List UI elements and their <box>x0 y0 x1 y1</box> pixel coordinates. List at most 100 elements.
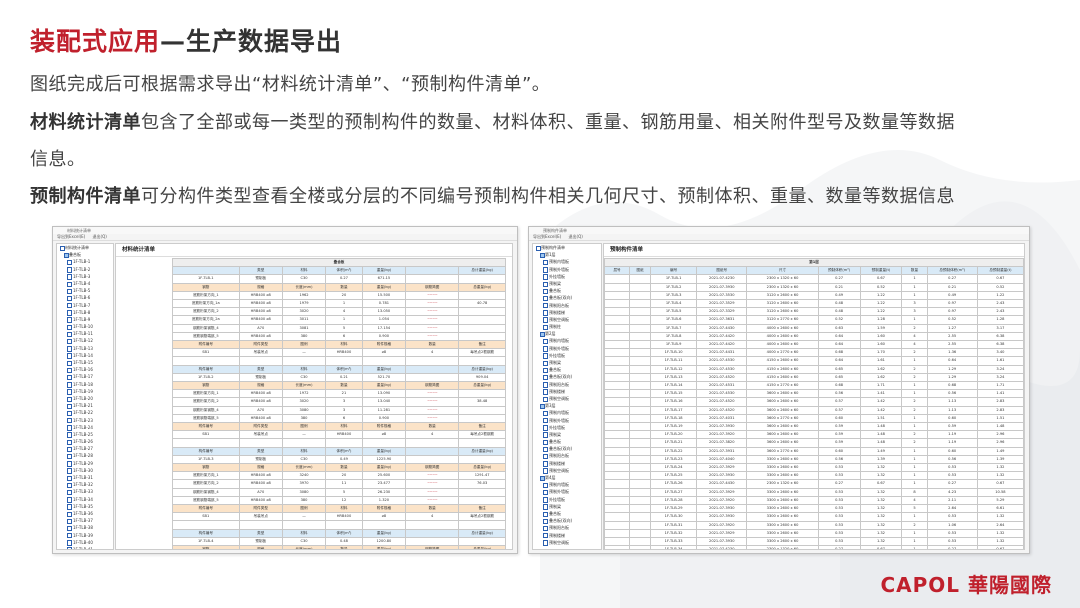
tree-item[interactable]: 预制内墙板 <box>533 258 601 266</box>
tree-item[interactable]: 预制楼梯 <box>533 460 601 467</box>
tree-floor[interactable]: 第4层 <box>533 474 601 482</box>
menu-exit[interactable]: 退出(Q) <box>569 234 583 239</box>
tree-item[interactable]: 预制外墙板 <box>533 488 601 496</box>
tree-item[interactable]: 1F-TLB-22 <box>57 409 113 417</box>
tree-item[interactable]: 1F-TLB-16 <box>57 366 113 374</box>
tree-item[interactable]: 预制内墙板 <box>533 337 601 345</box>
tree-item[interactable]: 预制阳台板 <box>533 302 601 309</box>
tree-item[interactable]: 预制空调板 <box>533 395 601 403</box>
tree-item[interactable]: 1F-TLB-1 <box>57 258 113 266</box>
table-cell <box>281 438 327 448</box>
tree-item[interactable]: 预制梁 <box>533 359 601 367</box>
tree-item[interactable]: 叠合板(双向) <box>533 445 601 453</box>
tree-item[interactable]: 1F-TLB-14 <box>57 352 113 359</box>
tree-item[interactable]: 预制内墙板 <box>533 409 601 417</box>
tree-item[interactable]: 外挂墙板 <box>533 352 601 359</box>
tree-root[interactable]: 材料统计清单 <box>57 244 113 252</box>
table-cell: 1F-TLB-1 <box>650 274 698 284</box>
tree-item[interactable]: 1F-TLB-34 <box>57 496 113 503</box>
tree-item[interactable]: 预制梁 <box>533 280 601 288</box>
tree-item[interactable]: 叠合板(双向) <box>533 294 601 302</box>
tree-item[interactable]: 预制空调板 <box>533 316 601 324</box>
tree-item[interactable]: 1F-TLB-10 <box>57 323 113 331</box>
tree-item[interactable]: 叠合板 <box>533 438 601 446</box>
tree-item[interactable]: 1F-TLB-38 <box>57 524 113 532</box>
tree-item[interactable]: 1F-TLB-12 <box>57 337 113 345</box>
menu-exit[interactable]: 退出(Q) <box>93 234 107 239</box>
tree-item[interactable]: 预制阳台板 <box>533 452 601 460</box>
tree-item[interactable]: 1F-TLB-8 <box>57 309 113 316</box>
menu-export-excel[interactable]: 导出到Excel(E) <box>57 234 85 239</box>
intro-paragraph: 图纸完成后可根据需求导出“材料统计清单”、“预制构件清单”。 <box>30 74 551 95</box>
tree-item[interactable]: 叠合板 <box>533 287 601 295</box>
tree-item[interactable]: 1F-TLB-40 <box>57 539 113 546</box>
menu-export-excel[interactable]: 导出到Excel(E) <box>533 234 561 239</box>
tree-item[interactable]: 1F-TLB-2 <box>57 266 113 273</box>
table-cell <box>405 454 460 465</box>
table-cell: 0.48 <box>817 307 861 317</box>
tree-item[interactable]: 1F-TLB-4 <box>57 280 113 288</box>
tree-item[interactable]: 1F-TLB-3 <box>57 273 113 280</box>
tree-item[interactable]: 1F-TLB-36 <box>57 510 113 518</box>
tree-item[interactable]: 预制阳台板 <box>533 524 601 532</box>
tree-item[interactable]: 1F-TLB-24 <box>57 424 113 431</box>
tree-item[interactable]: 1F-TLB-33 <box>57 488 113 496</box>
tree-item[interactable]: 外挂墙板 <box>533 273 601 280</box>
tree-item[interactable]: 预制空调板 <box>533 467 601 474</box>
floor-tree[interactable]: 预制构件清单 第1层 预制内墙板 预制外墙板 外挂墙板 预制梁 叠合板 叠合板(双向) 预制阳… <box>532 243 602 550</box>
tree-item[interactable]: 1F-TLB-18 <box>57 381 113 388</box>
tree-item[interactable]: 1F-TLB-35 <box>57 503 113 510</box>
tree-item[interactable]: 预制空调板 <box>533 539 601 546</box>
tree-item[interactable]: 1F-TLB-20 <box>57 395 113 403</box>
tree-item[interactable]: 预制楼梯 <box>533 388 601 395</box>
tree-item[interactable]: 1F-TLB-25 <box>57 431 113 439</box>
tree-item[interactable]: 预制内墙板 <box>533 481 601 489</box>
tree-floor[interactable]: 第3层 <box>533 402 601 410</box>
tree-item[interactable]: 叠合板 <box>533 366 601 374</box>
tree-item[interactable]: 1F-TLB-15 <box>57 359 113 367</box>
tree-item[interactable]: 1F-TLB-31 <box>57 474 113 482</box>
tree-item[interactable]: 预制外墙板 <box>533 345 601 352</box>
tree-item[interactable]: 1F-TLB-11 <box>57 330 113 338</box>
table-cell <box>604 495 631 506</box>
tree-item[interactable]: 1F-TLB-17 <box>57 373 113 381</box>
tree-item[interactable]: 1F-TLB-29 <box>57 460 113 467</box>
tree-item[interactable]: 1F-TLB-7 <box>57 302 113 309</box>
table-cell: 3080 <box>281 487 327 497</box>
table-cell: 附件编号 <box>172 504 240 514</box>
tree-item[interactable]: 叠合板(双向) <box>533 517 601 525</box>
tree-item[interactable]: 预制外墙板 <box>533 417 601 424</box>
tree-item[interactable]: 1F-TLB-5 <box>57 287 113 295</box>
tree-item[interactable]: 1F-TLB-30 <box>57 467 113 474</box>
tree-item[interactable]: 1F-TLB-28 <box>57 452 113 460</box>
tree-item[interactable]: 1F-TLB-27 <box>57 445 113 453</box>
tree-item[interactable]: 1F-TLB-19 <box>57 388 113 395</box>
tree-item[interactable]: 预制梁 <box>533 431 601 439</box>
component-tree[interactable]: 材料统计清单 叠合板 1F-TLB-1 1F-TLB-2 1F-TLB-3 1F-TL… <box>56 243 114 550</box>
tree-item[interactable]: 1F-TLB-37 <box>57 517 113 525</box>
tree-item[interactable]: 1F-TLB-39 <box>57 532 113 539</box>
tree-item[interactable]: 1F-TLB-9 <box>57 316 113 324</box>
tree-item[interactable]: 预制梁 <box>533 503 601 510</box>
tree-item[interactable]: 叠合板(双向) <box>533 373 601 381</box>
table-cell: 图例 <box>281 422 327 432</box>
tree-item[interactable]: 1F-TLB-32 <box>57 481 113 489</box>
tree-item[interactable]: 外挂墙板 <box>533 496 601 503</box>
tree-item[interactable]: 1F-TLB-6 <box>57 294 113 302</box>
tree-floor[interactable]: 第2层 <box>533 330 601 338</box>
tree-item[interactable]: 叠合板 <box>533 510 601 518</box>
tree-root[interactable]: 预制构件清单 <box>533 244 601 252</box>
tree-item[interactable]: 预制柱 <box>533 323 601 331</box>
tree-item[interactable]: 1F-TLB-13 <box>57 345 113 352</box>
tree-item[interactable]: 外挂墙板 <box>533 424 601 431</box>
tree-group[interactable]: 叠合板 <box>57 251 113 259</box>
tree-item[interactable]: 预制阳台板 <box>533 381 601 388</box>
tree-item[interactable]: 1F-TLB-41 <box>57 546 113 549</box>
tree-item[interactable]: 预制楼梯 <box>533 309 601 316</box>
tree-item[interactable]: 预制外墙板 <box>533 266 601 273</box>
tree-item[interactable]: 1F-TLB-21 <box>57 402 113 410</box>
tree-item[interactable]: 预制楼梯 <box>533 532 601 539</box>
tree-item[interactable]: 1F-TLB-26 <box>57 438 113 446</box>
tree-floor[interactable]: 第1层 <box>533 251 601 259</box>
tree-item[interactable]: 1F-TLB-23 <box>57 417 113 424</box>
